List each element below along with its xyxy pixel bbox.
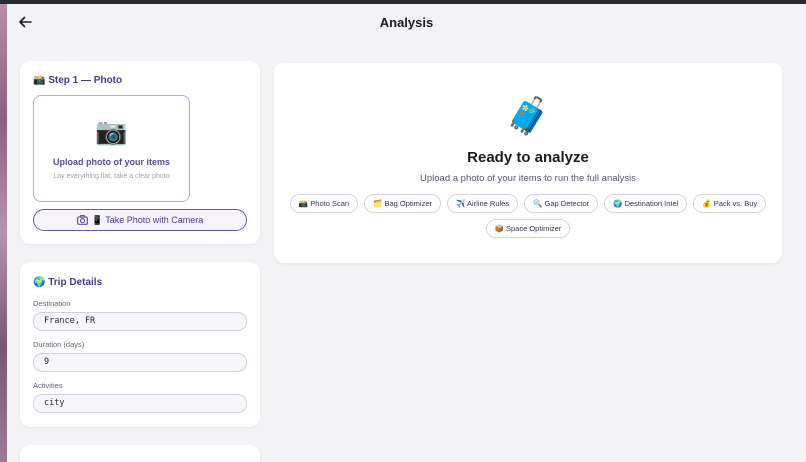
app-window: Analysis 📸 Step 1 — Photo 📷 Upload photo… — [7, 4, 806, 462]
duration-label: Duration (days) — [33, 340, 85, 349]
ready-title: Ready to analyze — [467, 149, 589, 166]
photo-card: 📸 Step 1 — Photo 📷 Upload photo of your … — [20, 61, 260, 244]
destination-field[interactable]: France, FR — [33, 312, 247, 331]
take-photo-label: 📱 Take Photo with Camera — [91, 214, 204, 225]
ready-subtitle: Upload a photo of your items to run the … — [420, 173, 636, 184]
chip-bag-optimizer[interactable]: 🗂️ Bag Optimizer — [364, 194, 441, 213]
destination-label: Destination — [33, 299, 71, 308]
feature-chips: 📸 Photo Scan 🗂️ Bag Optimizer ✈️ Airline… — [284, 194, 772, 238]
upload-photo-dropzone[interactable]: 📷 Upload photo of your items Lay everyth… — [33, 95, 190, 202]
upload-hint: Lay everything flat, take a clear photo — [53, 173, 170, 180]
duration-field[interactable]: 9 — [33, 353, 247, 372]
camera-large-icon: 📷 — [95, 116, 128, 146]
trip-details-card: 🌍 Trip Details Destination France, FR Du… — [20, 262, 260, 427]
chip-pack-vs-buy[interactable]: 💰 Pack vs. Buy — [693, 194, 767, 213]
activities-field[interactable]: city — [33, 394, 247, 413]
chip-photo-scan[interactable]: 📸 Photo Scan — [289, 194, 359, 213]
chip-space-optimizer[interactable]: 📦 Space Optimizer — [485, 219, 571, 238]
desktop-wallpaper-edge — [0, 4, 7, 462]
chip-destination-intel[interactable]: 🌍 Destination Intel — [604, 194, 688, 213]
app-header: Analysis — [7, 4, 806, 42]
page-title: Analysis — [379, 15, 434, 30]
next-card-partial — [20, 445, 260, 462]
chip-gap-detector[interactable]: 🔍 Gap Detector — [524, 194, 599, 213]
luggage-icon: 🧳 — [505, 95, 551, 136]
activities-label: Activities — [33, 381, 63, 390]
photo-card-title: 📸 Step 1 — Photo — [33, 75, 123, 86]
analysis-panel: 🧳 Ready to analyze Upload a photo of you… — [274, 63, 782, 263]
trip-card-title: 🌍 Trip Details — [33, 277, 103, 288]
take-photo-button[interactable]: 📱 Take Photo with Camera — [33, 209, 247, 231]
upload-label: Upload photo of your items — [53, 157, 170, 167]
camera-icon — [76, 215, 88, 225]
chip-airline-rules[interactable]: ✈️ Airline Rules — [447, 194, 519, 213]
